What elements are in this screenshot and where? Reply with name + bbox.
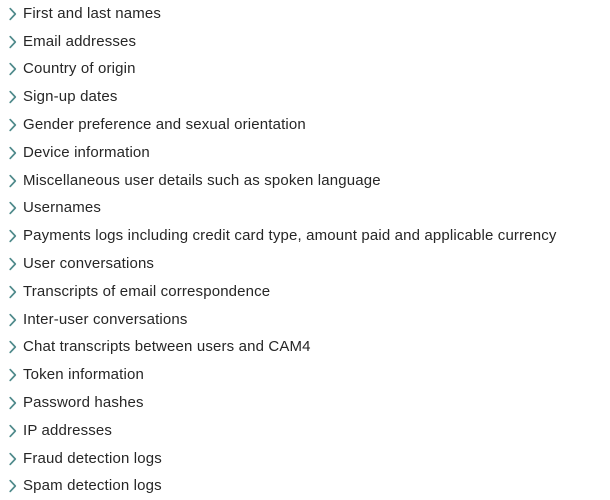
list-item: Token information (0, 361, 610, 389)
list-item-label: Miscellaneous user details such as spoke… (23, 171, 381, 189)
list-item: Payments logs including credit card type… (0, 222, 610, 250)
list-item: Miscellaneous user details such as spoke… (0, 167, 610, 195)
list-item-label: Country of origin (23, 60, 136, 78)
list-item-label: Email addresses (23, 32, 137, 50)
list-item: Email addresses (0, 28, 610, 56)
list-item-label: First and last names (23, 4, 162, 22)
chevron-right-icon (8, 285, 18, 299)
list-item-label: Chat transcripts between users and CAM4 (23, 338, 311, 356)
list-item: Sign-up dates (0, 83, 610, 111)
list-item-label: Gender preference and sexual orientation (23, 116, 306, 134)
list-item-label: Device information (23, 143, 150, 161)
list-item: Country of origin (0, 56, 610, 84)
list-item-label: Inter-user conversations (23, 310, 188, 328)
list-item-label: Spam detection logs (23, 477, 162, 495)
chevron-right-icon (8, 174, 18, 188)
list-item-label: Password hashes (23, 394, 144, 412)
list-item: Chat transcripts between users and CAM4 (0, 334, 610, 362)
breached-data-list: First and last names Email addresses Cou… (0, 0, 610, 500)
chevron-right-icon (8, 90, 18, 104)
chevron-right-icon (8, 396, 18, 410)
list-item-label: Fraud detection logs (23, 449, 162, 467)
chevron-right-icon (8, 340, 18, 354)
list-item: First and last names (0, 0, 610, 28)
chevron-right-icon (8, 368, 18, 382)
list-item-label: Token information (23, 366, 144, 384)
list-item-label: User conversations (23, 255, 155, 273)
list-item-label: Transcripts of email correspondence (23, 282, 271, 300)
list-item: Usernames (0, 195, 610, 223)
list-item: Gender preference and sexual orientation (0, 111, 610, 139)
chevron-right-icon (8, 229, 18, 243)
chevron-right-icon (8, 424, 18, 438)
list-item: Password hashes (0, 389, 610, 417)
chevron-right-icon (8, 479, 18, 493)
chevron-right-icon (8, 7, 18, 21)
list-item: User conversations (0, 250, 610, 278)
list-item: Inter-user conversations (0, 306, 610, 334)
chevron-right-icon (8, 35, 18, 49)
chevron-right-icon (8, 452, 18, 466)
chevron-right-icon (8, 201, 18, 215)
chevron-right-icon (8, 62, 18, 76)
list-item-label: IP addresses (23, 421, 113, 439)
list-item-label: Usernames (23, 199, 102, 217)
list-item: IP addresses (0, 417, 610, 445)
chevron-right-icon (8, 146, 18, 160)
chevron-right-icon (8, 313, 18, 327)
list-item: Transcripts of email correspondence (0, 278, 610, 306)
list-item: Fraud detection logs (0, 445, 610, 473)
list-item: Spam detection logs (0, 473, 610, 500)
list-item-label: Payments logs including credit card type… (23, 227, 557, 245)
list-item: Device information (0, 139, 610, 167)
chevron-right-icon (8, 118, 18, 132)
list-item-label: Sign-up dates (23, 88, 118, 106)
chevron-right-icon (8, 257, 18, 271)
